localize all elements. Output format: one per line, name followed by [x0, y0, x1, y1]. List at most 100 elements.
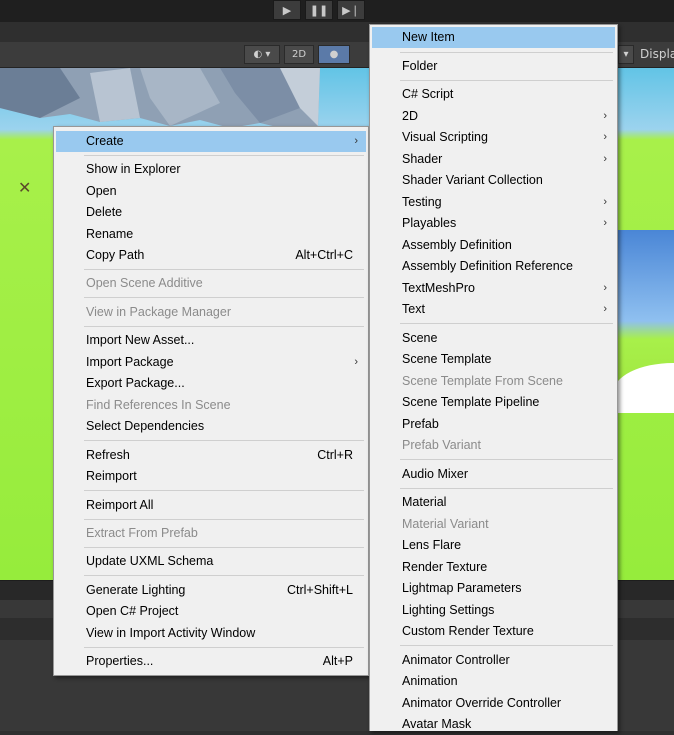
menu-item-lighting-settings[interactable]: Lighting Settings	[372, 600, 615, 621]
menu-item-properties[interactable]: Properties... Alt+P	[56, 651, 366, 672]
menu-item-open[interactable]: Open	[56, 181, 366, 202]
chevron-right-icon: ›	[354, 356, 358, 368]
menu-item-import-new-asset[interactable]: Import New Asset...	[56, 330, 366, 351]
menu-item-text[interactable]: Text ›	[372, 299, 615, 320]
menu-separator	[400, 52, 613, 53]
menu-separator	[400, 80, 613, 81]
menu-item-open-csharp-project[interactable]: Open C# Project	[56, 601, 366, 622]
menu-item-testing[interactable]: Testing ›	[372, 192, 615, 213]
menu-item-animation[interactable]: Animation	[372, 671, 615, 692]
chevron-right-icon: ›	[603, 303, 607, 315]
chevron-right-icon: ›	[603, 196, 607, 208]
menu-item-new-item[interactable]: New Item	[372, 27, 615, 48]
menu-separator	[84, 647, 364, 648]
menu-item-scene-template-from-scene: Scene Template From Scene	[402, 374, 563, 388]
menu-separator	[84, 440, 364, 441]
play-icon: ▶	[282, 3, 292, 17]
menu-item-folder[interactable]: Folder	[372, 56, 615, 77]
menu-item-lens-flare[interactable]: Lens Flare	[372, 535, 615, 556]
menu-item-rename[interactable]: Rename	[56, 224, 366, 245]
menu-item-shader[interactable]: Shader ›	[372, 149, 615, 170]
pause-icon: ❚❚	[309, 3, 329, 17]
menu-separator	[84, 297, 364, 298]
menu-item-assembly-definition[interactable]: Assembly Definition	[372, 235, 615, 256]
lightbulb-icon: ●	[329, 49, 339, 60]
menu-item-avatar-mask[interactable]: Avatar Mask	[372, 714, 615, 735]
chevron-right-icon: ›	[354, 135, 358, 147]
display-dropdown-arrow[interactable]: ▾	[618, 45, 634, 64]
menu-item-generate-lighting[interactable]: Generate Lighting Ctrl+Shift+L	[56, 580, 366, 601]
menu-item-find-references: Find References In Scene	[86, 398, 231, 412]
menu-item-audio-mixer[interactable]: Audio Mixer	[372, 464, 615, 485]
menu-separator	[84, 269, 364, 270]
menu-separator	[84, 575, 364, 576]
chevron-right-icon: ›	[603, 217, 607, 229]
menu-item-view-in-package-manager: View in Package Manager	[86, 305, 231, 319]
chevron-right-icon: ›	[603, 282, 607, 294]
play-toolbar: ▶ ❚❚ ▶❘	[0, 0, 674, 22]
menu-item-assembly-definition-reference[interactable]: Assembly Definition Reference	[372, 256, 615, 277]
chevron-right-icon: ›	[603, 131, 607, 143]
menu-item-scene-template-pipeline[interactable]: Scene Template Pipeline	[372, 392, 615, 413]
menu-item-reimport[interactable]: Reimport	[56, 466, 366, 487]
menu-item-reimport-all[interactable]: Reimport All	[56, 495, 366, 516]
menu-item-prefab-variant: Prefab Variant	[402, 438, 481, 452]
menu-item-select-dependencies[interactable]: Select Dependencies	[56, 416, 366, 437]
2d-toggle-button[interactable]: 2D	[284, 45, 314, 64]
menu-separator	[84, 326, 364, 327]
menu-item-material[interactable]: Material	[372, 492, 615, 513]
menu-separator	[400, 459, 613, 460]
chevron-right-icon: ›	[603, 110, 607, 122]
sphere-icon: ◐ ▾	[253, 49, 271, 60]
chevron-right-icon: ›	[603, 153, 607, 165]
menu-item-update-uxml-schema[interactable]: Update UXML Schema	[56, 551, 366, 572]
menu-item-visual-scripting[interactable]: Visual Scripting ›	[372, 127, 615, 148]
sprite-icon: ✕	[18, 178, 32, 197]
menu-item-material-variant: Material Variant	[402, 517, 489, 531]
display-label[interactable]: Displa	[640, 47, 674, 61]
menu-item-view-in-import-activity[interactable]: View in Import Activity Window	[56, 623, 366, 644]
menu-item-prefab[interactable]: Prefab	[372, 414, 615, 435]
menu-item-shader-variant-collection[interactable]: Shader Variant Collection	[372, 170, 615, 191]
menu-item-open-scene-additive: Open Scene Additive	[86, 276, 203, 290]
menu-item-csharp-script[interactable]: C# Script	[372, 84, 615, 105]
shortcut-label: Ctrl+Shift+L	[286, 583, 353, 597]
shortcut-label: Ctrl+R	[317, 448, 353, 462]
assets-context-menu: Create › Show in Explorer Open Delete Ren…	[53, 126, 369, 676]
menu-separator	[400, 645, 613, 646]
menu-separator	[84, 490, 364, 491]
play-button[interactable]: ▶	[273, 0, 301, 20]
menu-separator	[84, 155, 364, 156]
menu-item-playables[interactable]: Playables ›	[372, 213, 615, 234]
step-icon: ▶❘	[342, 3, 360, 17]
menu-item-animator-override-controller[interactable]: Animator Override Controller	[372, 693, 615, 714]
chevron-down-icon: ▾	[623, 49, 629, 60]
menu-item-scene[interactable]: Scene	[372, 328, 615, 349]
menu-separator	[400, 488, 613, 489]
menu-item-2d[interactable]: 2D ›	[372, 106, 615, 127]
menu-separator	[400, 323, 613, 324]
menu-item-delete[interactable]: Delete	[56, 202, 366, 223]
menu-item-render-texture[interactable]: Render Texture	[372, 557, 615, 578]
lighting-toggle-button[interactable]: ●	[318, 45, 350, 64]
menu-separator	[84, 547, 364, 548]
shortcut-label: Alt+P	[322, 654, 353, 668]
menu-item-animator-controller[interactable]: Animator Controller	[372, 650, 615, 671]
shortcut-label: Alt+Ctrl+C	[295, 248, 353, 262]
menu-item-custom-render-texture[interactable]: Custom Render Texture	[372, 621, 615, 642]
menu-item-textmeshpro[interactable]: TextMeshPro ›	[372, 278, 615, 299]
menu-item-copy-path[interactable]: Copy Path Alt+Ctrl+C	[56, 245, 366, 266]
menu-item-export-package[interactable]: Export Package...	[56, 373, 366, 394]
menu-item-refresh[interactable]: Refresh Ctrl+R	[56, 445, 366, 466]
menu-item-import-package[interactable]: Import Package ›	[56, 352, 366, 373]
step-button[interactable]: ▶❘	[337, 0, 365, 20]
menu-item-create[interactable]: Create ›	[56, 131, 366, 152]
shading-mode-dropdown[interactable]: ◐ ▾	[244, 45, 280, 64]
menu-separator	[84, 519, 364, 520]
menu-item-show-in-explorer[interactable]: Show in Explorer	[56, 159, 366, 180]
pause-button[interactable]: ❚❚	[305, 0, 333, 20]
menu-item-scene-template[interactable]: Scene Template	[372, 349, 615, 370]
menu-item-lightmap-parameters[interactable]: Lightmap Parameters	[372, 578, 615, 599]
create-submenu: New Item Folder C# Script 2D › Visual Scr…	[369, 24, 618, 731]
menu-item-extract-from-prefab: Extract From Prefab	[86, 526, 198, 540]
